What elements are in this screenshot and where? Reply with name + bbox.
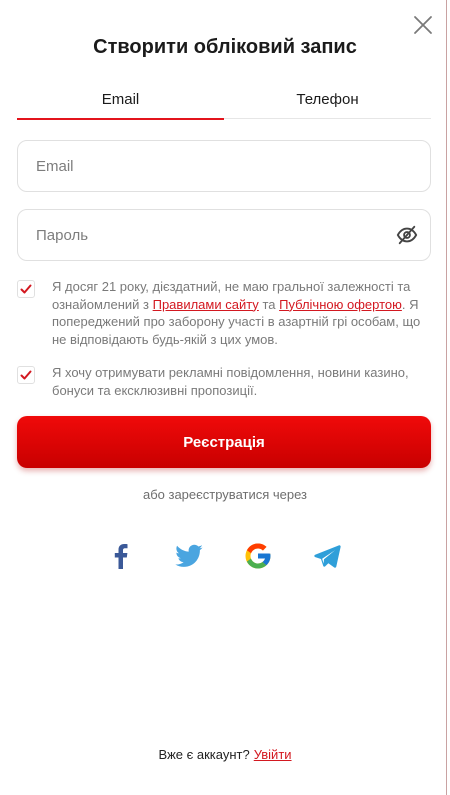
email-field-container (17, 140, 431, 192)
signup-method-tabs: Email Телефон (17, 86, 431, 120)
password-visibility-toggle[interactable] (396, 224, 418, 246)
tab-email[interactable]: Email (17, 86, 224, 120)
login-prompt-text: Вже є аккаунт? (158, 747, 250, 762)
telegram-icon (314, 545, 341, 568)
registration-modal: Створити обліковий запис Email Телефон Я… (0, 0, 450, 795)
site-rules-link[interactable]: Правилами сайту (153, 297, 259, 312)
password-field-container (17, 209, 431, 261)
telegram-login-button[interactable] (312, 541, 342, 571)
password-input[interactable] (36, 210, 376, 260)
terms-checkbox[interactable] (17, 280, 35, 298)
google-icon (245, 543, 271, 569)
close-button[interactable] (411, 13, 435, 37)
login-prompt: Вже є аккаунт? Увійти (0, 747, 450, 762)
facebook-icon (114, 544, 128, 569)
email-input[interactable] (36, 141, 376, 191)
modal-edge-divider (446, 0, 447, 795)
close-icon (414, 16, 432, 34)
alt-signup-text: або зареєструватися через (142, 487, 308, 502)
modal-title: Створити обліковий запис (93, 36, 357, 58)
terms-text-middle: та (262, 296, 276, 312)
google-login-button[interactable] (243, 541, 273, 571)
terms-text: Я досяг 21 року, дієздатний, не маю грал… (52, 278, 432, 348)
ads-text: Я хочу отримувати рекламні повідомлення,… (52, 365, 409, 398)
ads-checkbox[interactable] (17, 366, 35, 384)
twitter-icon (175, 544, 203, 567)
twitter-login-button[interactable] (174, 541, 204, 571)
checkmark-icon (20, 284, 32, 294)
facebook-login-button[interactable] (106, 541, 136, 571)
tab-phone[interactable]: Телефон (224, 86, 431, 119)
login-link[interactable]: Увійти (254, 747, 292, 762)
register-button[interactable]: Реєстрація (17, 416, 431, 468)
public-offer-link[interactable]: Публічною офертою (279, 297, 402, 312)
checkmark-icon (20, 370, 32, 380)
eye-off-icon (396, 225, 418, 245)
